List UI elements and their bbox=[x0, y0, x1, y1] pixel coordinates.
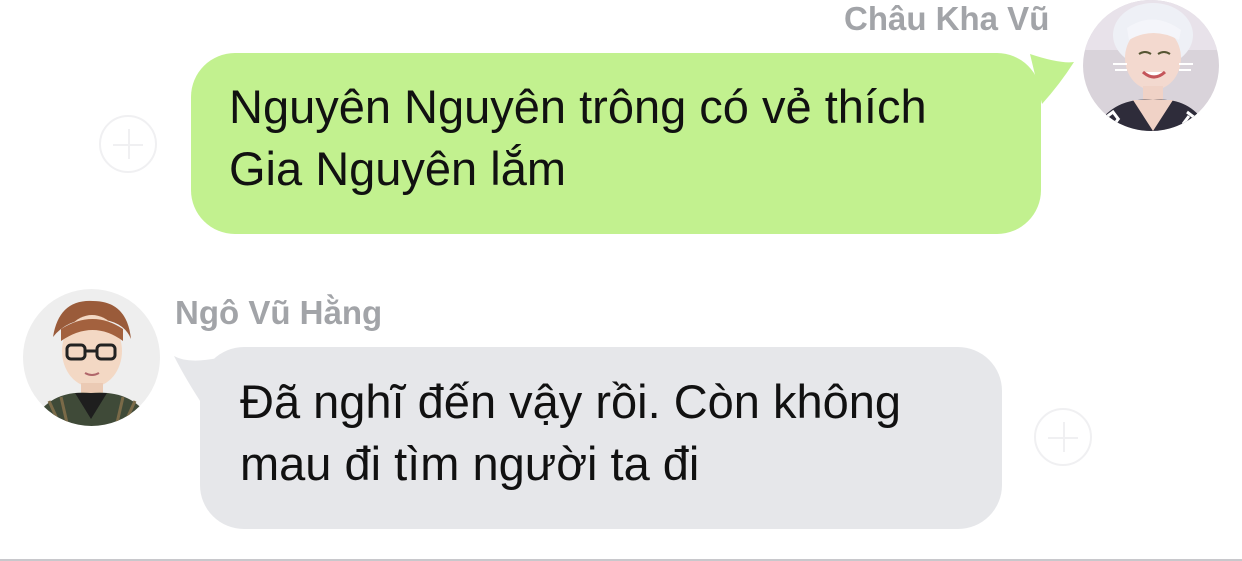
avatar-outgoing[interactable] bbox=[1083, 0, 1219, 131]
sender-name-outgoing: Châu Kha Vũ bbox=[844, 0, 1050, 37]
avatar-incoming[interactable] bbox=[23, 289, 160, 426]
avatar-photo-icon bbox=[1083, 0, 1219, 131]
sender-name-incoming: Ngô Vũ Hằng bbox=[175, 294, 383, 331]
add-circle-icon[interactable] bbox=[1034, 408, 1092, 466]
message-bubble-outgoing[interactable]: Nguyên Nguyên trông có vẻ thích Gia Nguy… bbox=[191, 53, 1041, 234]
add-circle-icon[interactable] bbox=[99, 115, 157, 173]
avatar-photo-icon bbox=[23, 289, 160, 426]
message-bubble-incoming[interactable]: Đã nghĩ đến vậy rồi. Còn không mau đi tì… bbox=[200, 347, 1002, 529]
